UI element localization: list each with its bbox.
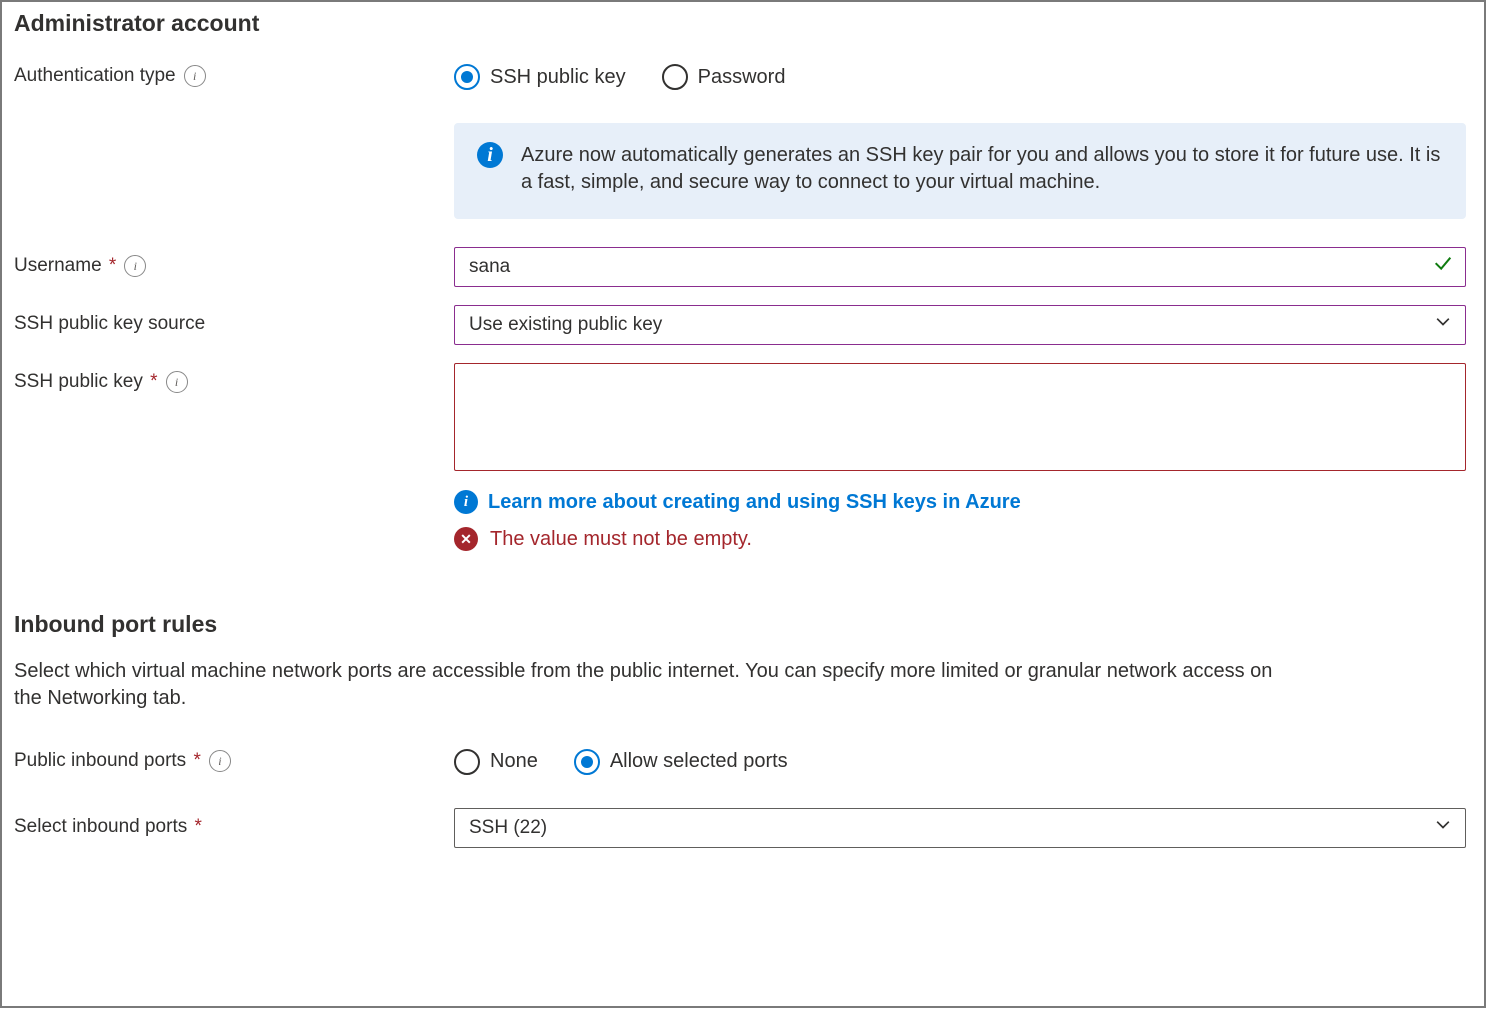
label-ssh-key-source: SSH public key source xyxy=(14,305,454,337)
radio-ports-none[interactable]: None xyxy=(454,748,538,775)
chevron-down-icon xyxy=(1433,311,1453,339)
label-auth-type-text: Authentication type xyxy=(14,63,176,89)
radio-indicator xyxy=(454,64,480,90)
row-ssh-key-source: SSH public key source Use existing publi… xyxy=(14,305,1466,345)
row-ssh-public-key: SSH public key * i Learn more about crea… xyxy=(14,363,1466,553)
ssh-learn-more-row: i Learn more about creating and using SS… xyxy=(454,489,1466,516)
radio-ports-none-label: None xyxy=(490,748,538,775)
ssh-key-error: ✕ The value must not be empty. xyxy=(454,526,1466,553)
required-indicator: * xyxy=(188,750,201,771)
public-inbound-radio-group: None Allow selected ports xyxy=(454,742,1466,782)
info-icon[interactable] xyxy=(124,255,146,277)
label-username-text: Username xyxy=(14,255,102,276)
checkmark-icon xyxy=(1432,252,1454,282)
row-public-inbound: Public inbound ports * None Allow select… xyxy=(14,742,1466,782)
label-public-inbound: Public inbound ports * xyxy=(14,742,454,774)
info-icon[interactable] xyxy=(209,750,231,772)
error-icon: ✕ xyxy=(454,527,478,551)
ssh-public-key-textarea[interactable] xyxy=(454,363,1466,471)
radio-auth-password-label: Password xyxy=(698,64,786,91)
label-select-inbound-text: Select inbound ports xyxy=(14,816,187,837)
radio-auth-password[interactable]: Password xyxy=(662,64,786,91)
row-username: Username * xyxy=(14,247,1466,287)
chevron-down-icon xyxy=(1433,814,1453,842)
info-filled-icon: i xyxy=(454,490,478,514)
radio-auth-ssh[interactable]: SSH public key xyxy=(454,64,626,91)
auth-type-radio-group: SSH public key Password xyxy=(454,57,1466,97)
label-public-inbound-text: Public inbound ports xyxy=(14,750,186,771)
select-inbound-ports-value: SSH (22) xyxy=(469,815,547,841)
ssh-info-callout-text: Azure now automatically generates an SSH… xyxy=(521,142,1441,196)
label-ssh-public-key: SSH public key * xyxy=(14,363,454,395)
label-auth-type: Authentication type xyxy=(14,57,454,89)
info-icon[interactable] xyxy=(166,371,188,393)
radio-indicator xyxy=(574,749,600,775)
info-filled-icon: i xyxy=(477,142,503,168)
section-inbound-ports: Inbound port rules Select which virtual … xyxy=(14,609,1466,848)
label-ssh-public-key-text: SSH public key xyxy=(14,371,143,392)
radio-ports-allow[interactable]: Allow selected ports xyxy=(574,748,788,775)
radio-indicator xyxy=(454,749,480,775)
required-indicator: * xyxy=(189,816,202,837)
username-input-wrap xyxy=(454,247,1466,287)
section-title-ports: Inbound port rules xyxy=(14,609,1466,640)
ssh-info-callout: i Azure now automatically generates an S… xyxy=(454,123,1466,219)
radio-auth-ssh-label: SSH public key xyxy=(490,64,626,91)
label-select-inbound: Select inbound ports * xyxy=(14,808,454,840)
label-ssh-key-source-text: SSH public key source xyxy=(14,311,205,337)
row-select-inbound: Select inbound ports * SSH (22) xyxy=(14,808,1466,848)
ssh-key-error-text: The value must not be empty. xyxy=(490,526,752,553)
label-username: Username * xyxy=(14,247,454,279)
form-frame: Administrator account Authentication typ… xyxy=(0,0,1486,1008)
radio-ports-allow-label: Allow selected ports xyxy=(610,748,788,775)
section-title-admin: Administrator account xyxy=(14,8,1466,39)
required-indicator: * xyxy=(145,371,158,392)
ssh-key-source-select[interactable]: Use existing public key xyxy=(454,305,1466,345)
ports-description: Select which virtual machine network por… xyxy=(14,658,1294,712)
username-input[interactable] xyxy=(454,247,1466,287)
radio-indicator xyxy=(662,64,688,90)
row-auth-type: Authentication type SSH public key Passw… xyxy=(14,57,1466,219)
ssh-learn-more-link[interactable]: Learn more about creating and using SSH … xyxy=(488,489,1021,516)
ssh-key-source-value: Use existing public key xyxy=(469,312,662,338)
select-inbound-ports-select[interactable]: SSH (22) xyxy=(454,808,1466,848)
required-indicator: * xyxy=(104,255,117,276)
info-icon[interactable] xyxy=(184,65,206,87)
